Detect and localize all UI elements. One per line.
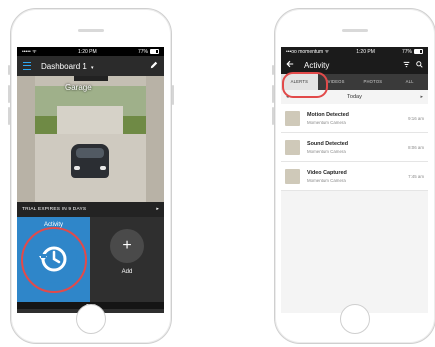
volume-up-button <box>272 85 274 103</box>
battery-icon <box>414 49 423 54</box>
power-button <box>172 85 174 105</box>
phone-right: •••oo momentum ᯤ 1:20 PM 77% Activity AL… <box>272 8 435 344</box>
tab-photos[interactable]: PHOTOS <box>355 74 392 90</box>
battery-icon <box>149 49 159 54</box>
day-label: Today <box>347 94 362 100</box>
back-arrow-icon[interactable] <box>286 60 294 70</box>
alert-time: 7:45 am <box>408 173 424 179</box>
speaker-grille <box>342 29 368 32</box>
alert-time: 9:16 am <box>408 115 424 121</box>
mute-switch <box>272 65 274 75</box>
chevron-down-icon: ▾ <box>91 64 94 71</box>
filter-icon[interactable] <box>403 61 410 70</box>
plus-icon: + <box>110 229 144 263</box>
carrier-signal: •••oo momentum ᯤ <box>286 48 330 55</box>
mute-switch <box>8 65 10 75</box>
tile-row: Activity + Add <box>17 217 164 302</box>
volume-up-button <box>8 85 10 103</box>
battery-percent: 77% <box>401 48 412 55</box>
alert-list: Motion Detected Momentum Camera 9:16 am … <box>281 104 428 191</box>
speaker-grille <box>78 29 104 32</box>
camera-feed[interactable]: Garage <box>17 76 164 202</box>
menu-icon[interactable] <box>23 62 31 70</box>
alert-source: Momentum Camera <box>307 177 346 183</box>
highlight-circle <box>282 72 328 98</box>
status-bar: •••oo momentum ᯤ 1:20 PM 77% <box>281 47 428 56</box>
car-image <box>71 144 109 178</box>
volume-down-button <box>272 107 274 125</box>
status-time: 1:20 PM <box>356 48 375 55</box>
thumbnail <box>285 168 300 184</box>
pencil-icon[interactable] <box>150 61 158 71</box>
tab-all[interactable]: ALL <box>391 74 428 90</box>
dashboard-selector[interactable]: Dashboard 1 ▾ <box>41 62 150 71</box>
alert-title: Video Captured <box>307 169 347 176</box>
chevron-right-icon: ▸ <box>156 207 159 212</box>
alert-time: 8:06 am <box>408 144 424 150</box>
alert-source: Momentum Camera <box>307 148 346 154</box>
trial-banner[interactable]: TRIAL EXPIRES IN 9 DAYS ▸ <box>17 202 164 217</box>
trial-text: TRIAL EXPIRES IN 9 DAYS <box>22 207 87 212</box>
highlight-circle <box>21 227 87 293</box>
list-item[interactable]: Motion Detected Momentum Camera 9:16 am <box>281 104 428 133</box>
alert-source: Momentum Camera <box>307 119 346 125</box>
dashboard-title: Dashboard 1 <box>41 61 87 71</box>
list-item[interactable]: Video Captured Momentum Camera 7:45 am <box>281 162 428 191</box>
activity-screen: •••oo momentum ᯤ 1:20 PM 77% Activity AL… <box>281 47 428 313</box>
add-tile[interactable]: + Add <box>90 217 164 302</box>
activity-tile[interactable]: Activity <box>17 217 90 302</box>
camera-name: Garage <box>65 83 92 92</box>
status-bar: ••••• ᯤ 1:20 PM 77% <box>17 47 164 56</box>
add-tile-label: Add <box>121 269 133 275</box>
home-button <box>340 304 370 334</box>
battery-percent: 77% <box>137 48 148 55</box>
status-time: 1:20 PM <box>78 48 97 55</box>
phone-left: ••••• ᯤ 1:20 PM 77% Dashboard 1 ▾ Garage… <box>8 8 174 344</box>
dashboard-screen: ••••• ᯤ 1:20 PM 77% Dashboard 1 ▾ Garage… <box>17 47 164 313</box>
carrier-signal: ••••• ᯤ <box>22 48 37 55</box>
thumbnail <box>285 110 300 126</box>
dashboard-header: Dashboard 1 ▾ <box>17 56 164 76</box>
search-icon[interactable] <box>416 60 423 70</box>
alert-title: Sound Detected <box>307 140 349 147</box>
alert-title: Motion Detected <box>307 111 349 118</box>
home-button <box>76 304 106 334</box>
thumbnail <box>285 139 300 155</box>
next-day-icon[interactable]: ▸ <box>420 94 423 100</box>
volume-down-button <box>8 107 10 125</box>
list-item[interactable]: Sound Detected Momentum Camera 8:06 am <box>281 133 428 162</box>
page-title: Activity <box>304 60 330 70</box>
